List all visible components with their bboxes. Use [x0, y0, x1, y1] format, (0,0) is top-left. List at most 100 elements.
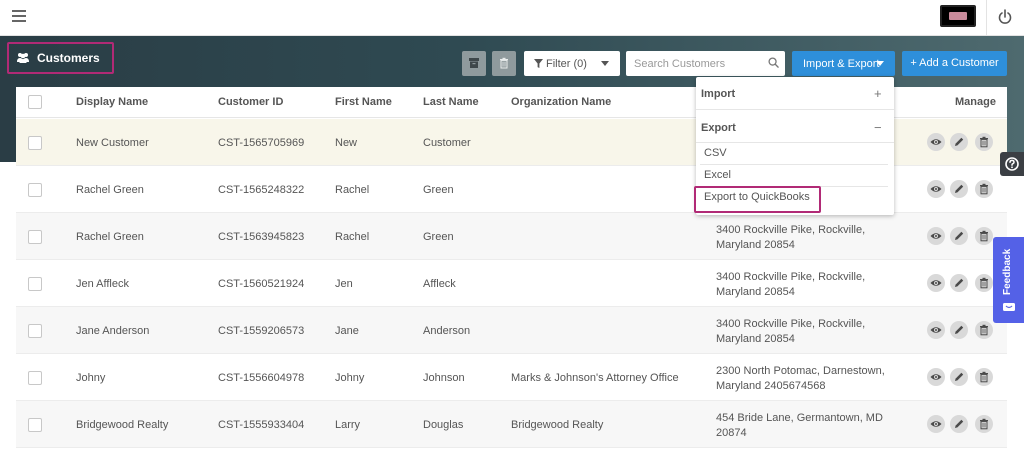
import-section-toggle[interactable]: Import + [696, 79, 894, 107]
row-checkbox[interactable] [28, 183, 42, 197]
table-row[interactable]: Johny CST-1556604978 Johny Johnson Marks & J… [16, 354, 1007, 401]
edit-pencil-icon[interactable] [950, 227, 968, 245]
table-row[interactable]: Bridgewood Realty CST-1555933404 Larry Doug… [16, 401, 1007, 448]
cell-display-name: Rachel Green [76, 184, 144, 196]
hamburger-menu-icon[interactable] [12, 10, 26, 22]
cell-customer-id: CST-1555933404 [218, 419, 305, 431]
column-header: Manage [955, 96, 996, 108]
edit-pencil-icon[interactable] [950, 133, 968, 151]
delete-button[interactable] [492, 51, 516, 76]
search-box [626, 51, 785, 76]
edit-pencil-icon[interactable] [950, 274, 968, 292]
cell-customer-id: CST-1559206573 [218, 325, 305, 337]
cell-display-name: Rachel Green [76, 231, 144, 243]
column-header[interactable]: Organization Name [511, 96, 611, 108]
cell-first-name: Jane [335, 325, 359, 337]
divider [700, 164, 888, 165]
row-checkbox[interactable] [28, 136, 42, 150]
export-section-toggle[interactable]: Export − [696, 113, 894, 141]
cell-first-name: New [335, 137, 358, 149]
select-all-checkbox[interactable] [28, 95, 42, 109]
cell-address: 3400 Rockville Pike, Rockville, Maryland… [716, 224, 866, 251]
cell-first-name: Rachel [335, 231, 370, 243]
import-export-button[interactable]: Import & Export [792, 51, 895, 76]
view-eye-icon[interactable] [927, 415, 945, 433]
row-checkbox[interactable] [28, 277, 42, 291]
filter-dropdown[interactable]: Filter (0) [524, 51, 620, 76]
chevron-down-icon [601, 61, 609, 66]
page-title: Customers [37, 51, 100, 65]
filter-label: Filter (0) [546, 58, 587, 70]
column-header[interactable]: First Name [335, 96, 392, 108]
cell-last-name: Green [423, 231, 454, 243]
account-thumbnail[interactable] [940, 5, 976, 27]
cell-last-name: Johnson [423, 372, 465, 384]
edit-pencil-icon[interactable] [950, 321, 968, 339]
feedback-tab[interactable]: Feedback [993, 237, 1024, 323]
minus-icon: − [874, 120, 882, 135]
view-eye-icon[interactable] [927, 133, 945, 151]
cell-last-name: Green [423, 184, 454, 196]
import-export-label: Import & Export [803, 58, 880, 70]
cell-customer-id: CST-1556604978 [218, 372, 305, 384]
view-eye-icon[interactable] [927, 368, 945, 386]
archive-icon [469, 58, 479, 68]
view-eye-icon[interactable] [927, 180, 945, 198]
cell-last-name: Customer [423, 137, 471, 149]
delete-trash-icon[interactable] [975, 321, 993, 339]
cell-last-name: Anderson [423, 325, 471, 337]
import-label: Import [701, 88, 736, 100]
table-row[interactable]: Jane Anderson CST-1559206573 Jane Anderson 3… [16, 307, 1007, 354]
delete-trash-icon[interactable] [975, 180, 993, 198]
column-header[interactable]: Customer ID [218, 96, 283, 108]
divider [696, 109, 894, 110]
add-customer-button[interactable]: + Add a Customer [902, 51, 1007, 76]
view-eye-icon[interactable] [927, 321, 945, 339]
row-checkbox[interactable] [28, 418, 42, 432]
search-icon[interactable] [768, 57, 779, 68]
table-row[interactable]: Rachel Green CST-1563945823 Rachel Green 340… [16, 213, 1007, 260]
delete-trash-icon[interactable] [975, 227, 993, 245]
view-eye-icon[interactable] [927, 227, 945, 245]
delete-trash-icon[interactable] [975, 274, 993, 292]
power-icon[interactable] [998, 9, 1012, 25]
cell-customer-id: CST-1560521924 [218, 278, 305, 290]
plus-icon: + [874, 86, 882, 101]
help-button[interactable] [1000, 152, 1024, 176]
table-row[interactable]: Jen Affleck CST-1560521924 Jen Affleck 3400 … [16, 260, 1007, 307]
cell-display-name: Bridgewood Realty [76, 419, 169, 431]
column-header[interactable]: Last Name [423, 96, 479, 108]
delete-trash-icon[interactable] [975, 133, 993, 151]
delete-trash-icon[interactable] [975, 368, 993, 386]
cell-first-name: Rachel [335, 184, 370, 196]
cell-customer-id: CST-1565705969 [218, 137, 305, 149]
cell-address: 3400 Rockville Pike, Rockville, Maryland… [716, 318, 866, 345]
edit-pencil-icon[interactable] [950, 415, 968, 433]
export-csv-item[interactable]: CSV [704, 147, 727, 159]
question-circle-icon [1005, 157, 1019, 171]
cell-address: 454 Bride Lane, Germantown, MD 20874 [716, 412, 883, 439]
column-header[interactable]: Display Name [76, 96, 148, 108]
edit-pencil-icon[interactable] [950, 368, 968, 386]
cell-customer-id: CST-1563945823 [218, 231, 305, 243]
row-checkbox[interactable] [28, 230, 42, 244]
export-excel-item[interactable]: Excel [704, 169, 731, 181]
view-eye-icon[interactable] [927, 274, 945, 292]
archive-button[interactable] [462, 51, 486, 76]
top-bar [0, 0, 1024, 36]
cell-display-name: Johny [76, 372, 106, 384]
funnel-icon [534, 59, 543, 68]
cell-organization: Bridgewood Realty [511, 419, 604, 431]
cell-first-name: Larry [335, 419, 361, 431]
users-icon [17, 53, 29, 63]
search-input[interactable] [626, 51, 766, 76]
row-checkbox[interactable] [28, 371, 42, 385]
cell-last-name: Affleck [423, 278, 456, 290]
cell-display-name: New Customer [76, 137, 149, 149]
delete-trash-icon[interactable] [975, 415, 993, 433]
row-checkbox[interactable] [28, 324, 42, 338]
cell-organization: Marks & Johnson's Attorney Office [511, 372, 679, 384]
chat-icon [1003, 303, 1015, 311]
trash-icon [500, 57, 508, 69]
edit-pencil-icon[interactable] [950, 180, 968, 198]
